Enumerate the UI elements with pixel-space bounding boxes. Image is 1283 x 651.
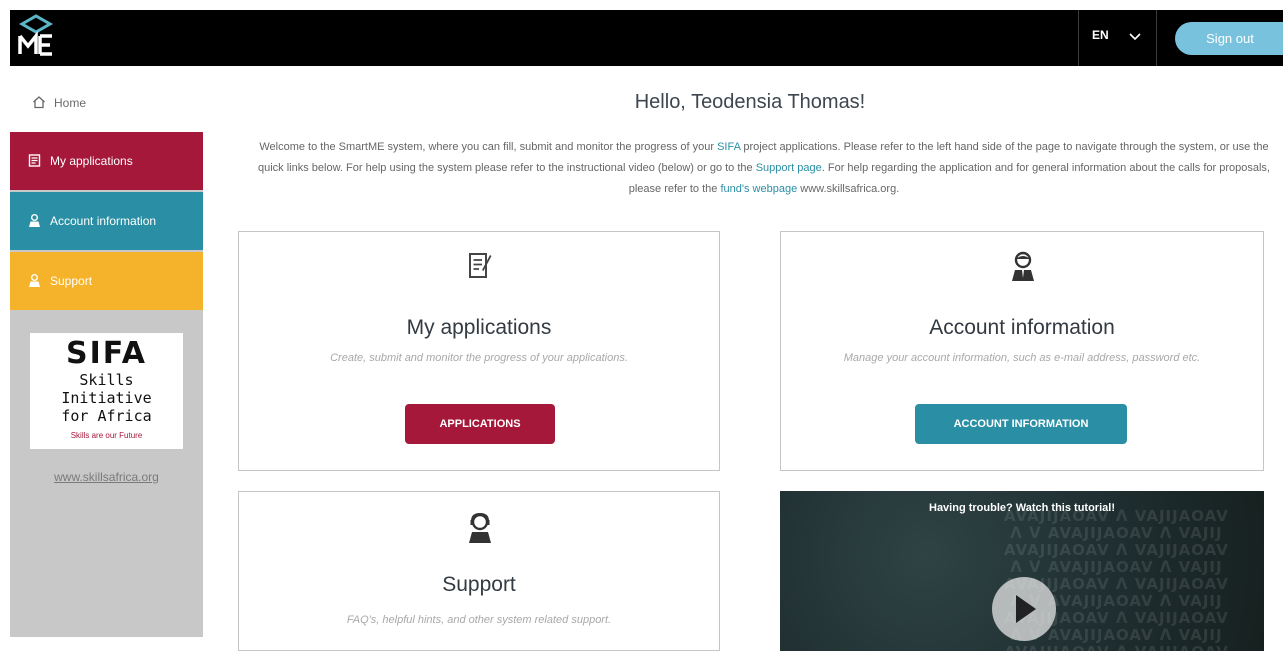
sidebar-item-account-information[interactable]: Account information [10, 192, 203, 250]
sifa-logo-line2: for Africa [61, 407, 152, 425]
page-title: Hello, Teodensia Thomas! [634, 91, 866, 113]
divider [1156, 10, 1157, 66]
applications-button[interactable]: APPLICATIONS [405, 404, 555, 444]
intro-text-part: Welcome to the SmartME system, where you… [259, 141, 718, 153]
sidebar-item-label: My applications [50, 154, 133, 168]
play-button[interactable] [992, 577, 1056, 641]
support-card: Support FAQ's, helpful hints, and other … [238, 491, 720, 651]
card-description: FAQ's, helpful hints, and other system r… [346, 614, 612, 626]
smartme-logo-icon[interactable] [16, 14, 56, 62]
sifa-logo-name: SIFA [65, 336, 148, 371]
document-edit-icon [469, 253, 492, 278]
sifa-logo-line1: Skills Initiative [61, 371, 152, 407]
support-icon [29, 274, 40, 287]
card-title: Account information [929, 316, 1115, 339]
support-agent-icon [469, 513, 491, 543]
divider [1078, 10, 1079, 66]
user-icon [1012, 251, 1034, 281]
website-link[interactable]: www.skillsafrica.org [10, 470, 203, 484]
sidebar-item-home[interactable]: Home [10, 76, 203, 132]
account-information-card: Account information Manage your account … [780, 231, 1264, 471]
card-title: My applications [406, 316, 552, 339]
chevron-down-icon[interactable] [1128, 29, 1142, 43]
home-icon [33, 96, 45, 109]
sidebar-item-label: Home [54, 96, 87, 110]
account-information-button[interactable]: ACCOUNT INFORMATION [915, 404, 1127, 444]
fund-webpage-link[interactable]: fund's webpage [720, 183, 797, 195]
sidebar-item-label: Account information [50, 214, 157, 228]
card-description: Manage your account information, such as… [843, 352, 1201, 364]
sidebar-item-my-applications[interactable]: My applications [10, 132, 203, 190]
sidebar: Home My applications Account information… [10, 76, 203, 637]
tutorial-video[interactable]: AVAJIJAOAV ᐱ VAJIJAOAV ᐱ ᐯ AVAJIJAOAV ᐱ … [780, 491, 1264, 651]
sign-out-button[interactable]: Sign out [1175, 22, 1283, 55]
video-title: Having trouble? Watch this tutorial! [929, 502, 1115, 514]
applications-card: My applications Create, submit and monit… [238, 231, 720, 471]
card-description: Create, submit and monitor the progress … [330, 352, 628, 364]
intro-text: Welcome to the SmartME system, where you… [254, 137, 1274, 200]
sifa-logo-tagline: Skills are our Future [70, 431, 143, 440]
sifa-logo: SIFA Skills Initiative for Africa Skills… [30, 333, 183, 449]
user-icon [29, 214, 40, 227]
play-icon [1016, 595, 1036, 623]
support-page-link[interactable]: Support page [756, 162, 822, 174]
sifa-link[interactable]: SIFA [717, 141, 740, 153]
sidebar-item-label: Support [50, 274, 93, 288]
sidebar-item-support[interactable]: Support [10, 252, 203, 310]
card-title: Support [442, 573, 516, 596]
document-icon [28, 154, 41, 167]
top-bar: EN Sign out [10, 10, 1283, 66]
language-selector[interactable]: EN [1092, 28, 1109, 42]
intro-text-part: www.skillsafrica.org. [797, 183, 900, 195]
